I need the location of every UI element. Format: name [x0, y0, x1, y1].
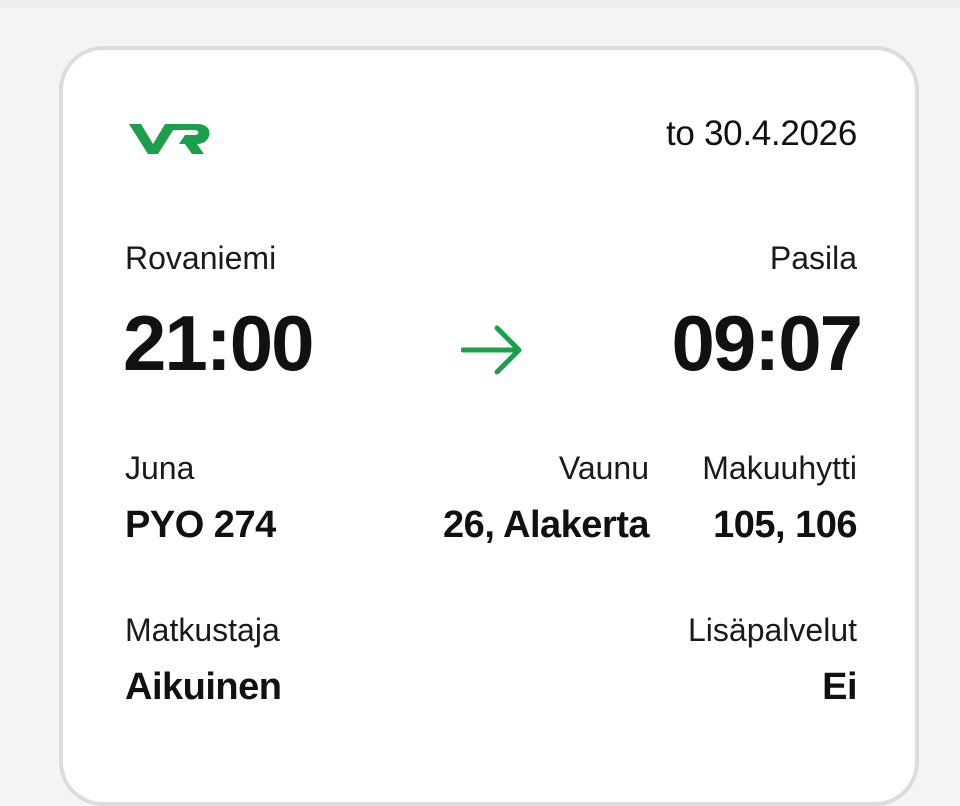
- top-edge: [0, 0, 960, 8]
- ticket-card: to 30.4.2026 Rovaniemi Pasila 21:00 09:0…: [59, 46, 919, 806]
- train-label: Juna: [125, 450, 195, 486]
- cabin-value: 105, 106: [713, 504, 857, 546]
- departure-time: 21:00: [123, 299, 314, 387]
- carriage-label: Vaunu: [558, 450, 649, 486]
- vr-logo: [129, 124, 210, 154]
- arrival-station: Pasila: [769, 240, 857, 276]
- extras-value: Ei: [822, 666, 857, 708]
- train-value: PYO 274: [125, 504, 276, 546]
- travel-date: to 30.4.2026: [665, 114, 857, 153]
- passenger-label: Matkustaja: [125, 612, 280, 648]
- cabin-label: Makuuhytti: [702, 450, 857, 486]
- extras-label: Lisäpalvelut: [688, 612, 857, 648]
- arrow-right-icon: [461, 325, 522, 375]
- carriage-value: 26, Alakerta: [443, 504, 649, 546]
- arrival-time: 09:07: [671, 299, 863, 387]
- departure-station: Rovaniemi: [125, 240, 277, 276]
- passenger-value: Aikuinen: [125, 666, 282, 708]
